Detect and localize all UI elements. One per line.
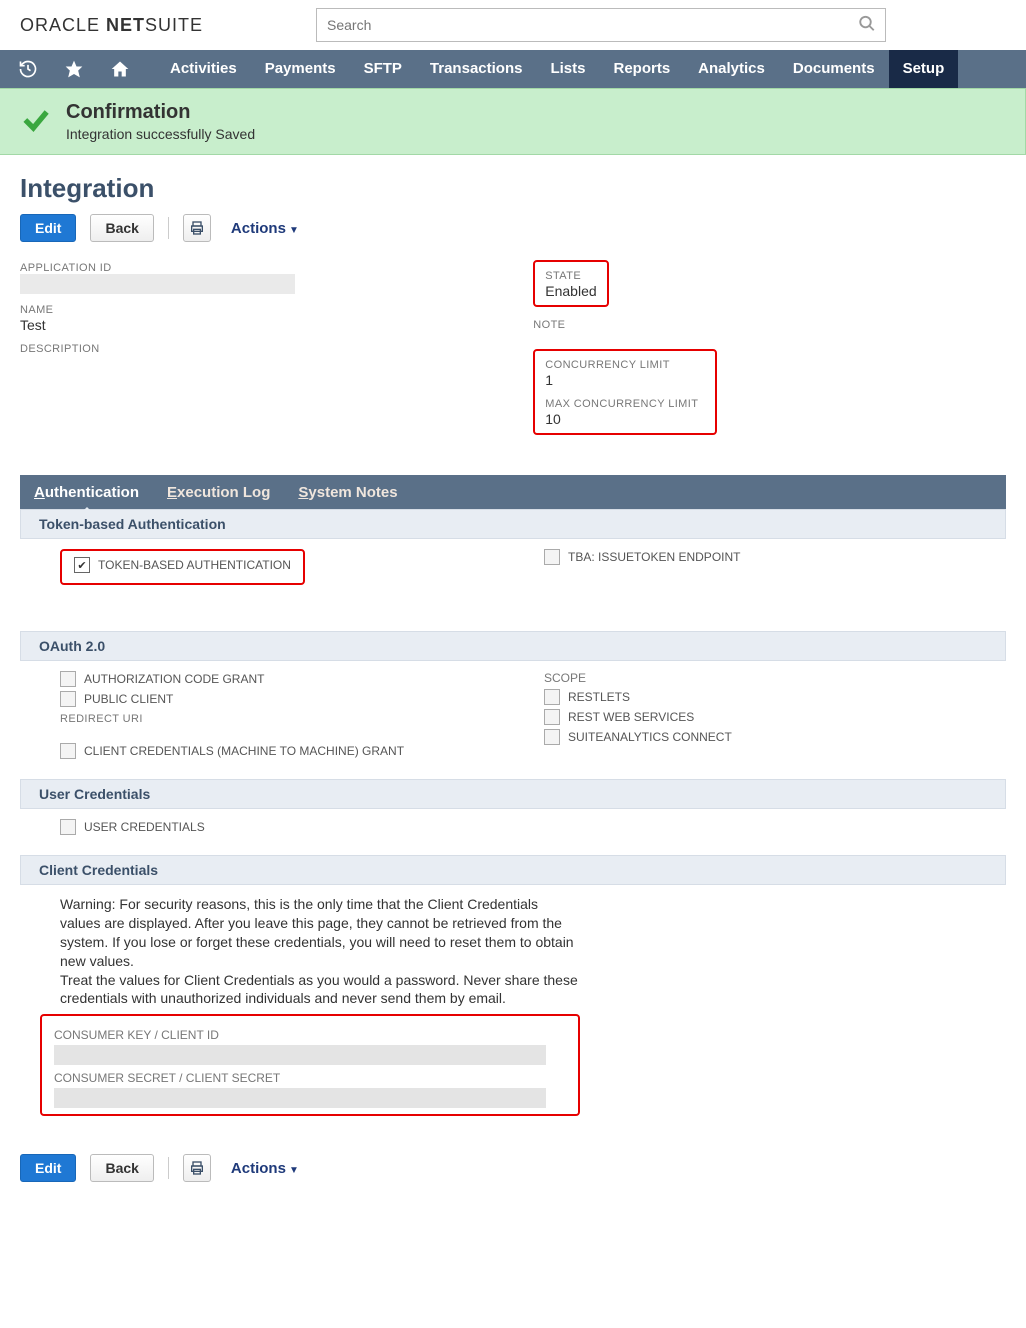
scope-label: SCOPE bbox=[544, 671, 988, 685]
actions-menu[interactable]: Actions▼ bbox=[231, 220, 299, 237]
logo: ORACLE NETSUITE bbox=[20, 15, 203, 36]
tab-execution-log[interactable]: Execution Log bbox=[167, 484, 270, 501]
check-icon bbox=[20, 104, 52, 139]
oauth-section-header: OAuth 2.0 bbox=[20, 631, 1006, 661]
restlets-label: RESTLETS bbox=[568, 690, 630, 704]
search-icon[interactable] bbox=[858, 15, 876, 36]
actions-menu-bottom[interactable]: Actions▼ bbox=[231, 1160, 299, 1177]
confirmation-subtitle: Integration successfully Saved bbox=[66, 126, 255, 142]
rest-ws-checkbox[interactable] bbox=[544, 709, 560, 725]
concurrency-value: 1 bbox=[545, 372, 705, 388]
nav-sftp[interactable]: SFTP bbox=[350, 50, 416, 88]
tba-label: TOKEN-BASED AUTHENTICATION bbox=[98, 558, 291, 572]
note-label: NOTE bbox=[533, 319, 1006, 331]
public-client-checkbox[interactable] bbox=[60, 691, 76, 707]
toolbar-separator bbox=[168, 217, 169, 239]
user-cred-label: USER CREDENTIALS bbox=[84, 820, 205, 834]
rest-ws-label: REST WEB SERVICES bbox=[568, 710, 694, 724]
page-title: Integration bbox=[20, 173, 1006, 204]
search-input[interactable] bbox=[316, 8, 886, 42]
tab-authentication[interactable]: Authentication bbox=[34, 484, 139, 501]
nav-lists[interactable]: Lists bbox=[536, 50, 599, 88]
description-label: DESCRIPTION bbox=[20, 343, 493, 355]
main-nav: Activities Payments SFTP Transactions Li… bbox=[0, 50, 1026, 88]
subtabs: Authentication Execution Log System Note… bbox=[20, 475, 1006, 509]
client-cred-highlight: CONSUMER KEY / CLIENT ID CONSUMER SECRET… bbox=[40, 1014, 580, 1116]
concurrency-label: CONCURRENCY LIMIT bbox=[545, 359, 705, 371]
confirmation-banner: Confirmation Integration successfully Sa… bbox=[0, 88, 1026, 155]
nav-payments[interactable]: Payments bbox=[251, 50, 350, 88]
consumer-key-label: CONSUMER KEY / CLIENT ID bbox=[54, 1028, 566, 1042]
name-value: Test bbox=[20, 317, 493, 333]
max-concurrency-value: 10 bbox=[545, 411, 705, 427]
client-cred-grant-checkbox[interactable] bbox=[60, 743, 76, 759]
suiteanalytics-label: SUITEANALYTICS CONNECT bbox=[568, 730, 732, 744]
max-concurrency-label: MAX CONCURRENCY LIMIT bbox=[545, 398, 705, 410]
state-highlight: STATE Enabled bbox=[533, 260, 608, 307]
home-icon[interactable] bbox=[110, 59, 130, 79]
app-id-value-hidden bbox=[20, 274, 295, 294]
state-label: STATE bbox=[545, 270, 596, 282]
nav-setup[interactable]: Setup bbox=[889, 50, 959, 88]
tba-section-header: Token-based Authentication bbox=[20, 509, 1006, 539]
toolbar-separator-bottom bbox=[168, 1157, 169, 1179]
restlets-checkbox[interactable] bbox=[544, 689, 560, 705]
user-cred-checkbox[interactable] bbox=[60, 819, 76, 835]
tba-highlight: TOKEN-BASED AUTHENTICATION bbox=[60, 549, 305, 585]
back-button[interactable]: Back bbox=[90, 214, 153, 242]
tba-checkbox[interactable] bbox=[74, 557, 90, 573]
edit-button-bottom[interactable]: Edit bbox=[20, 1154, 76, 1182]
nav-documents[interactable]: Documents bbox=[779, 50, 889, 88]
confirmation-title: Confirmation bbox=[66, 101, 255, 124]
tab-system-notes[interactable]: System Notes bbox=[298, 484, 397, 501]
consumer-key-value-hidden bbox=[54, 1045, 546, 1065]
consumer-secret-label: CONSUMER SECRET / CLIENT SECRET bbox=[54, 1071, 566, 1085]
redirect-uri-label: REDIRECT URI bbox=[60, 713, 504, 725]
auth-code-label: AUTHORIZATION CODE GRANT bbox=[84, 672, 264, 686]
back-button-bottom[interactable]: Back bbox=[90, 1154, 153, 1182]
name-label: NAME bbox=[20, 304, 493, 316]
state-value: Enabled bbox=[545, 283, 596, 299]
tba-issuetoken-label: TBA: ISSUETOKEN ENDPOINT bbox=[568, 550, 740, 564]
edit-button[interactable]: Edit bbox=[20, 214, 76, 242]
public-client-label: PUBLIC CLIENT bbox=[84, 692, 173, 706]
nav-analytics[interactable]: Analytics bbox=[684, 50, 779, 88]
nav-transactions[interactable]: Transactions bbox=[416, 50, 537, 88]
tba-issuetoken-checkbox[interactable] bbox=[544, 549, 560, 565]
star-icon[interactable] bbox=[64, 59, 84, 79]
client-cred-warning-1: Warning: For security reasons, this is t… bbox=[60, 895, 580, 971]
recent-icon[interactable] bbox=[18, 59, 38, 79]
auth-code-checkbox[interactable] bbox=[60, 671, 76, 687]
concurrency-highlight: CONCURRENCY LIMIT 1 MAX CONCURRENCY LIMI… bbox=[533, 349, 717, 435]
client-cred-warning-2: Treat the values for Client Credentials … bbox=[60, 971, 580, 1009]
suiteanalytics-checkbox[interactable] bbox=[544, 729, 560, 745]
nav-reports[interactable]: Reports bbox=[599, 50, 684, 88]
print-icon-bottom[interactable] bbox=[183, 1154, 211, 1182]
nav-activities[interactable]: Activities bbox=[156, 50, 251, 88]
print-icon[interactable] bbox=[183, 214, 211, 242]
client-cred-section-header: Client Credentials bbox=[20, 855, 1006, 885]
client-cred-grant-label: CLIENT CREDENTIALS (MACHINE TO MACHINE) … bbox=[84, 744, 404, 758]
consumer-secret-value-hidden bbox=[54, 1088, 546, 1108]
app-id-label: APPLICATION ID bbox=[20, 262, 493, 274]
user-cred-section-header: User Credentials bbox=[20, 779, 1006, 809]
